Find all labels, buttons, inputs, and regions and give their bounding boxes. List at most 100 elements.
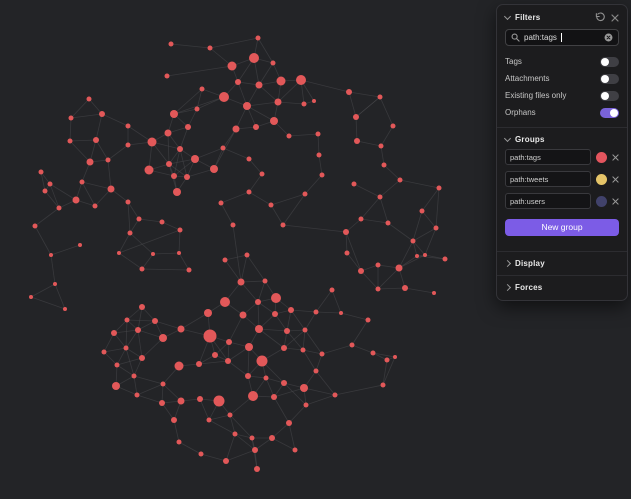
- tags-toggle[interactable]: [600, 56, 619, 67]
- group-query-input-1[interactable]: path:tweets: [505, 171, 591, 187]
- graph-node[interactable]: [332, 392, 338, 398]
- graph-node[interactable]: [370, 350, 376, 356]
- group-color-swatch-1[interactable]: [596, 173, 607, 185]
- graph-node[interactable]: [125, 142, 131, 148]
- forces-section-header[interactable]: Forces: [497, 276, 627, 299]
- graph-node[interactable]: [339, 311, 343, 315]
- graph-node[interactable]: [159, 400, 165, 406]
- graph-node[interactable]: [296, 75, 306, 85]
- graph-node[interactable]: [245, 343, 253, 351]
- orphans-toggle[interactable]: [600, 107, 619, 118]
- graph-node[interactable]: [203, 329, 217, 343]
- graph-node[interactable]: [319, 172, 325, 178]
- graph-node[interactable]: [423, 253, 427, 257]
- graph-node[interactable]: [315, 131, 321, 137]
- graph-node[interactable]: [232, 125, 240, 133]
- graph-node[interactable]: [212, 352, 218, 358]
- graph-node[interactable]: [159, 334, 167, 342]
- graph-node[interactable]: [177, 227, 183, 233]
- graph-node[interactable]: [442, 256, 448, 262]
- graph-node[interactable]: [410, 238, 416, 244]
- graph-node[interactable]: [139, 304, 145, 310]
- graph-node[interactable]: [243, 102, 251, 110]
- new-group-button[interactable]: New group: [505, 218, 619, 236]
- graph-node[interactable]: [198, 451, 204, 457]
- graph-node[interactable]: [225, 358, 231, 364]
- graph-node[interactable]: [269, 435, 275, 441]
- graph-node[interactable]: [207, 45, 213, 51]
- graph-node[interactable]: [194, 106, 200, 112]
- graph-node[interactable]: [378, 143, 384, 149]
- graph-node[interactable]: [375, 286, 381, 292]
- graph-node[interactable]: [168, 41, 174, 47]
- graph-node[interactable]: [111, 330, 117, 336]
- graph-node[interactable]: [86, 158, 94, 166]
- graph-node[interactable]: [390, 123, 396, 129]
- graph-node[interactable]: [248, 391, 258, 401]
- group-color-swatch-2[interactable]: [596, 195, 607, 207]
- graph-node[interactable]: [246, 156, 252, 162]
- graph-node[interactable]: [218, 200, 224, 206]
- graph-node[interactable]: [343, 229, 349, 235]
- graph-node[interactable]: [303, 402, 309, 408]
- graph-node[interactable]: [220, 297, 230, 307]
- graph-node[interactable]: [67, 138, 73, 144]
- graph-node[interactable]: [346, 89, 352, 95]
- graph-node[interactable]: [268, 202, 274, 208]
- graph-node[interactable]: [384, 357, 390, 363]
- attachments-toggle[interactable]: [600, 73, 619, 84]
- graph-node[interactable]: [353, 114, 359, 120]
- remove-group-button-0[interactable]: [612, 153, 619, 161]
- graph-node[interactable]: [86, 96, 92, 102]
- graph-node[interactable]: [329, 287, 335, 293]
- graph-node[interactable]: [300, 347, 306, 353]
- graph-node[interactable]: [227, 412, 233, 418]
- group-color-swatch-0[interactable]: [596, 151, 607, 163]
- graph-node[interactable]: [276, 76, 286, 86]
- graph-node[interactable]: [32, 223, 38, 229]
- graph-node[interactable]: [42, 188, 48, 194]
- graph-node[interactable]: [147, 137, 157, 147]
- graph-node[interactable]: [152, 318, 158, 324]
- graph-node[interactable]: [177, 397, 185, 405]
- graph-node[interactable]: [124, 317, 130, 323]
- graph-node[interactable]: [381, 162, 387, 168]
- graph-node[interactable]: [136, 216, 142, 222]
- graph-node[interactable]: [139, 355, 145, 361]
- graph-node[interactable]: [402, 285, 408, 291]
- graph-node[interactable]: [419, 208, 425, 214]
- graph-node[interactable]: [174, 361, 184, 371]
- graph-node[interactable]: [354, 138, 360, 144]
- graph-node[interactable]: [272, 311, 278, 317]
- graph-node[interactable]: [184, 174, 190, 180]
- graph-node[interactable]: [206, 417, 212, 423]
- graph-node[interactable]: [72, 196, 80, 204]
- graph-node[interactable]: [29, 295, 33, 299]
- graph-node[interactable]: [358, 268, 364, 274]
- graph-node[interactable]: [271, 394, 277, 400]
- graph-node[interactable]: [300, 384, 308, 392]
- graph-node[interactable]: [259, 171, 265, 177]
- graph-node[interactable]: [38, 169, 44, 175]
- graph-node[interactable]: [432, 291, 436, 295]
- graph-node[interactable]: [232, 431, 238, 437]
- graph-node[interactable]: [255, 35, 261, 41]
- graph-node[interactable]: [313, 309, 319, 315]
- display-section-header[interactable]: Display: [497, 252, 627, 275]
- graph-node[interactable]: [112, 382, 120, 390]
- graph-node[interactable]: [176, 439, 182, 445]
- graph-node[interactable]: [245, 373, 251, 379]
- graph-node[interactable]: [249, 53, 259, 63]
- graph-node[interactable]: [127, 230, 133, 236]
- remove-group-button-1[interactable]: [612, 175, 619, 183]
- graph-node[interactable]: [255, 81, 263, 89]
- graph-node[interactable]: [219, 92, 229, 102]
- graph-node[interactable]: [365, 317, 371, 323]
- graph-node[interactable]: [358, 216, 364, 222]
- graph-node[interactable]: [135, 327, 141, 333]
- graph-node[interactable]: [220, 145, 226, 151]
- graph-node[interactable]: [301, 101, 307, 107]
- graph-node[interactable]: [170, 110, 178, 118]
- graph-node[interactable]: [159, 219, 165, 225]
- graph-node[interactable]: [92, 203, 98, 209]
